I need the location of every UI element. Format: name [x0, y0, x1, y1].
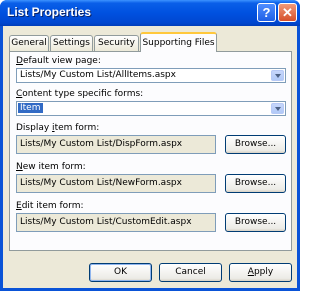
- edit-form-field[interactable]: Lists/My Custom List/CustomEdit.aspx: [16, 213, 216, 232]
- title-bar[interactable]: List Properties ? ✕: [0, 0, 300, 26]
- new-form-field[interactable]: Lists/My Custom List/NewForm.aspx: [16, 174, 216, 193]
- dialog-body: General Settings Security Supporting Fil…: [3, 26, 297, 288]
- tab-security[interactable]: Security: [94, 35, 139, 51]
- new-form-label: New item form:: [16, 162, 86, 172]
- close-icon: ✕: [282, 5, 293, 20]
- new-form-value: Lists/My Custom List/NewForm.aspx: [20, 178, 182, 188]
- help-icon: ?: [262, 5, 271, 20]
- chevron-down-icon[interactable]: [271, 70, 284, 81]
- tab-label: Supporting Files: [142, 38, 215, 48]
- display-form-browse-button[interactable]: Browse...: [225, 135, 286, 154]
- tab-label: Settings: [53, 38, 90, 48]
- content-type-label: Content type specific forms:: [16, 89, 144, 99]
- cancel-button[interactable]: Cancel: [159, 263, 222, 282]
- ok-button[interactable]: OK: [89, 263, 152, 282]
- tab-label: General: [11, 38, 47, 48]
- content-type-select[interactable]: Item: [16, 101, 286, 116]
- default-view-value: Lists/My Custom List/AllItems.aspx: [20, 70, 176, 80]
- tab-label: Security: [98, 38, 135, 48]
- supporting-files-panel: Default view page: Lists/My Custom List/…: [9, 51, 292, 251]
- edit-form-label: Edit item form:: [16, 201, 84, 211]
- window-title: List Properties: [7, 5, 92, 19]
- help-button[interactable]: ?: [257, 3, 276, 22]
- apply-button[interactable]: Apply: [229, 263, 292, 282]
- default-view-label: Default view page:: [16, 56, 101, 66]
- content-type-value: Item: [18, 103, 43, 113]
- display-form-label: Display item form:: [16, 123, 100, 133]
- tab-supporting-files[interactable]: Supporting Files: [140, 32, 217, 52]
- display-form-value: Lists/My Custom List/DispForm.aspx: [20, 139, 183, 149]
- chevron-down-icon[interactable]: [271, 103, 284, 114]
- list-properties-dialog: List Properties ? ✕ General Settings Sec…: [0, 0, 300, 291]
- edit-form-browse-button[interactable]: Browse...: [225, 213, 286, 232]
- display-form-field[interactable]: Lists/My Custom List/DispForm.aspx: [16, 135, 216, 154]
- tab-settings[interactable]: Settings: [50, 35, 93, 51]
- default-view-select[interactable]: Lists/My Custom List/AllItems.aspx: [16, 68, 286, 83]
- edit-form-value: Lists/My Custom List/CustomEdit.aspx: [20, 217, 192, 227]
- new-form-browse-button[interactable]: Browse...: [225, 174, 286, 193]
- close-button[interactable]: ✕: [278, 3, 297, 22]
- tab-general[interactable]: General: [9, 35, 49, 51]
